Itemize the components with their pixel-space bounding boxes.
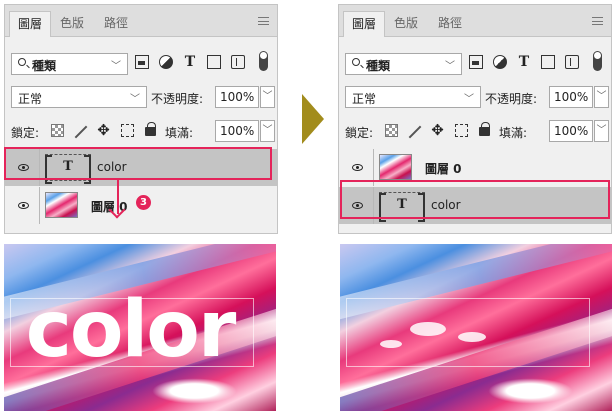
image-layer-thumbnail [45, 192, 78, 218]
transition-arrow [302, 94, 324, 144]
fill-input[interactable]: 100% [215, 120, 259, 142]
fill-input[interactable]: 100% [549, 120, 593, 142]
image-layer-thumbnail [379, 154, 412, 180]
blend-mode-select[interactable]: 正常 ﹀ [11, 86, 147, 108]
eye-icon[interactable] [18, 202, 29, 209]
shape-filter-icon[interactable] [207, 55, 221, 69]
drag-down-arrow [117, 180, 119, 214]
type-filter-icon[interactable]: T [183, 55, 197, 69]
opacity-input[interactable]: 100% [215, 86, 259, 108]
shape-filter-icon[interactable] [541, 55, 555, 69]
eye-icon[interactable] [352, 164, 363, 171]
tab-paths[interactable]: 路徑 [95, 11, 137, 37]
chevron-down-icon: ﹀ [464, 94, 474, 105]
blend-mode-select[interactable]: 正常 ﹀ [345, 86, 481, 108]
fill-dropdown[interactable]: ﹀ [594, 120, 609, 142]
fill-label: 填滿: [499, 126, 528, 140]
lock-transparent-icon[interactable] [385, 124, 398, 137]
adjustment-filter-icon[interactable] [493, 55, 507, 69]
blend-row: 正常 ﹀ 不透明度: 100% ﹀ [5, 85, 277, 109]
selection-highlight [340, 180, 610, 219]
image-filter-icon[interactable] [135, 55, 149, 69]
filter-kind-select[interactable]: 種類 ﹀ [11, 53, 128, 75]
tab-channels[interactable]: 色版 [385, 11, 427, 37]
image-filter-icon[interactable] [469, 55, 483, 69]
selection-highlight [4, 147, 272, 180]
filter-kind-select[interactable]: 種類 ﹀ [345, 53, 462, 75]
filter-row: 種類 ﹀ T [339, 51, 611, 75]
lock-transparent-icon[interactable] [51, 124, 64, 137]
tab-layers[interactable]: 圖層 [343, 11, 385, 37]
canvas-after [340, 244, 612, 411]
smart-object-filter-icon[interactable] [231, 55, 245, 69]
lock-all-icon[interactable] [479, 122, 490, 136]
fill-label: 填滿: [165, 126, 194, 140]
tab-layers[interactable]: 圖層 [9, 11, 51, 37]
lock-artboard-icon[interactable] [121, 124, 134, 137]
opacity-input[interactable]: 100% [549, 86, 593, 108]
menu-icon[interactable] [258, 17, 269, 25]
type-filter-icon[interactable]: T [517, 55, 531, 69]
white-splash [458, 332, 486, 342]
fill-dropdown[interactable]: ﹀ [260, 120, 275, 142]
lock-label: 鎖定: [11, 126, 40, 140]
chevron-down-icon: ﹀ [111, 61, 121, 72]
filter-kind-label: 種類 [366, 59, 391, 73]
search-icon [18, 58, 26, 66]
canvas-text-color: color [25, 285, 237, 375]
menu-icon[interactable] [592, 17, 603, 25]
layer-name[interactable]: 圖層 0 [425, 160, 462, 177]
filter-toggle-icon[interactable] [593, 51, 602, 71]
tab-paths[interactable]: 路徑 [429, 11, 471, 37]
lock-brush-icon[interactable] [74, 125, 88, 139]
lock-all-icon[interactable] [145, 122, 156, 136]
lock-artboard-icon[interactable] [455, 124, 468, 137]
opacity-dropdown[interactable]: ﹀ [594, 86, 609, 108]
lock-move-icon[interactable]: ✥ [431, 123, 444, 138]
chevron-down-icon: ﹀ [445, 61, 455, 72]
chevron-down-icon: ﹀ [130, 94, 140, 105]
row-divider [39, 187, 40, 224]
white-splash [410, 322, 446, 336]
lock-row: 鎖定: ✥ 填滿: 100% ﹀ [339, 119, 611, 143]
white-splash [380, 340, 402, 348]
filter-row: 種類 ﹀ T [5, 51, 277, 75]
canvas-before: color [4, 244, 276, 411]
adjustment-filter-icon[interactable] [159, 55, 173, 69]
panel-tabs: 圖層 色版 路徑 [339, 5, 611, 37]
search-icon [352, 58, 360, 66]
opacity-label: 不透明度: [151, 92, 204, 106]
opacity-dropdown[interactable]: ﹀ [260, 86, 275, 108]
lock-move-icon[interactable]: ✥ [97, 123, 110, 138]
filter-kind-label: 種類 [32, 59, 57, 73]
filter-toggle-icon[interactable] [259, 51, 268, 71]
blend-row: 正常 ﹀ 不透明度: 100% ﹀ [339, 85, 611, 109]
panel-tabs: 圖層 色版 路徑 [5, 5, 277, 37]
blend-mode-label: 正常 [18, 92, 43, 106]
lock-label: 鎖定: [345, 126, 374, 140]
tab-channels[interactable]: 色版 [51, 11, 93, 37]
opacity-label: 不透明度: [485, 92, 538, 106]
step-badge: 3 [136, 195, 151, 210]
lock-brush-icon[interactable] [408, 125, 422, 139]
blend-mode-label: 正常 [352, 92, 377, 106]
smart-object-filter-icon[interactable] [565, 55, 579, 69]
lock-row: 鎖定: ✥ 填滿: 100% ﹀ [5, 119, 277, 143]
